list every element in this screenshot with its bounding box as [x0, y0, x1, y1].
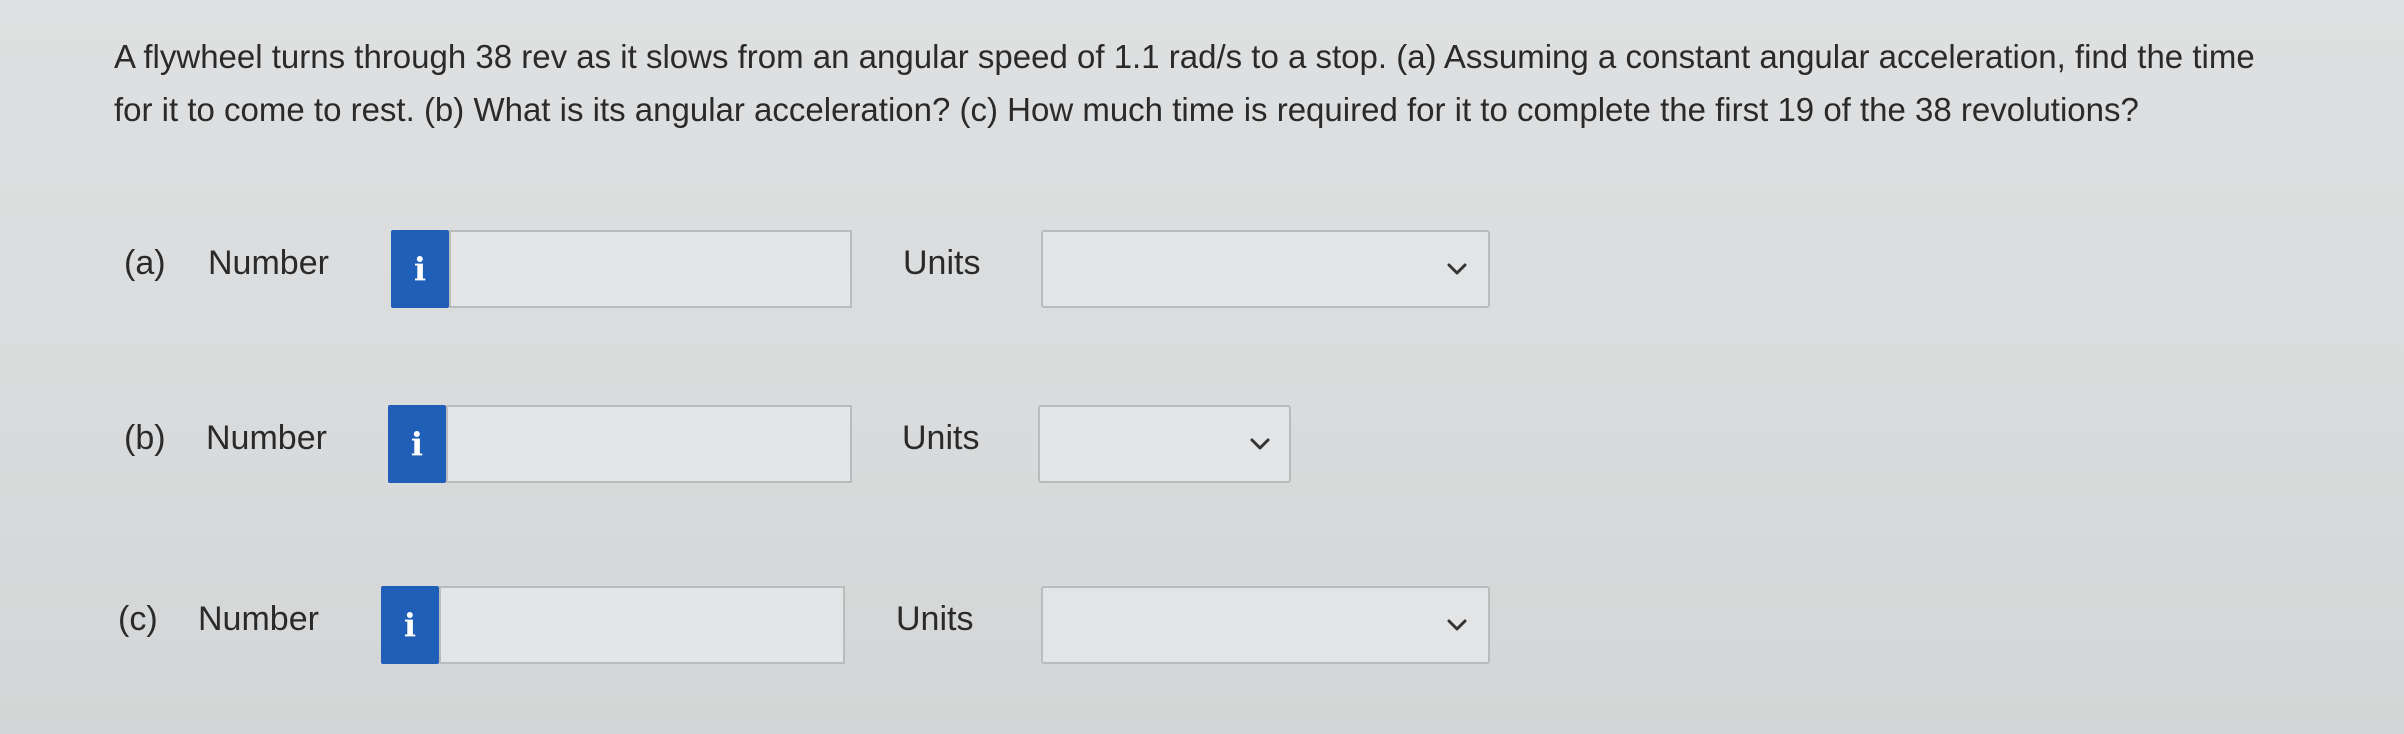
units-select-b[interactable] — [1038, 405, 1291, 483]
number-input-c[interactable] — [439, 586, 845, 664]
units-label: Units — [896, 600, 974, 638]
info-icon[interactable]: i — [391, 230, 449, 308]
answer-row-a: (a) Number i Units — [0, 230, 2404, 308]
part-label: (c) — [118, 600, 158, 638]
chevron-down-icon — [1250, 438, 1270, 450]
page: A flywheel turns through 38 rev as it sl… — [0, 0, 2404, 734]
answer-row-c: (c) Number i Units — [0, 586, 2404, 664]
units-label: Units — [902, 419, 980, 457]
chevron-down-icon — [1447, 263, 1467, 275]
units-select-a[interactable] — [1041, 230, 1490, 308]
units-label: Units — [903, 244, 981, 282]
info-icon[interactable]: i — [381, 586, 439, 664]
part-label: (a) — [124, 244, 166, 282]
answer-row-b: (b) Number i Units — [0, 405, 2404, 483]
question-text: A flywheel turns through 38 rev as it sl… — [114, 38, 2255, 128]
number-label: Number — [206, 419, 327, 457]
chevron-down-icon — [1447, 619, 1467, 631]
number-input-a[interactable] — [449, 230, 852, 308]
number-input-b[interactable] — [446, 405, 852, 483]
number-label: Number — [198, 600, 319, 638]
info-icon[interactable]: i — [388, 405, 446, 483]
units-select-c[interactable] — [1041, 586, 1490, 664]
part-label: (b) — [124, 419, 166, 457]
number-label: Number — [208, 244, 329, 282]
